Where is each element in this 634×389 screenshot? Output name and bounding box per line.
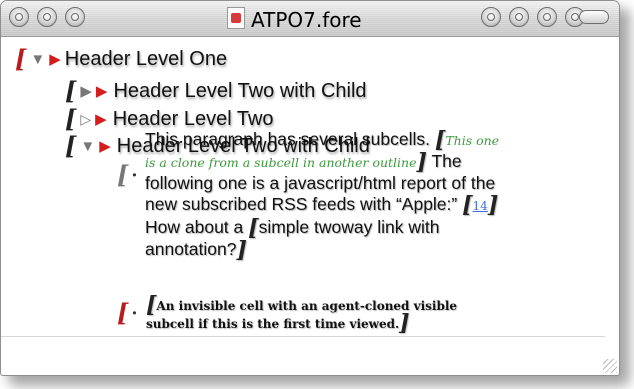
disclosure-triangle-collapsed-icon[interactable]: ▶ [80,84,92,99]
row-handle-triangle-icon[interactable]: ▶ [99,139,111,154]
document-icon [227,7,245,29]
outline-row-paragraph[interactable]: [ • [117,163,137,187]
outline-heading[interactable]: Header Level Two [113,108,274,131]
bullet-icon: • [132,306,137,320]
cell-bracket-icon[interactable]: [ [65,79,76,103]
subcell-bracket-icon[interactable]: [ [435,127,445,153]
subcell-bracket-close-icon[interactable]: ] [416,149,426,175]
disclosure-triangle-expanded-icon[interactable]: ▼ [80,139,95,154]
paragraph-text-3: How about a [145,217,244,237]
row-handle-triangle-icon[interactable]: ▶ [49,52,61,67]
bottom-divider [1,336,605,337]
titlebar-control-1[interactable] [481,7,501,27]
outline-window: ATPO7.fore [ ▼ ▶ Header Level One [ ▶ ▶ … [0,0,620,376]
paragraph-text: This paragraph has several subcells. [145,129,431,149]
cell-bracket-icon[interactable]: [ [65,107,76,131]
subcell-bracket-close-icon[interactable]: ] [488,192,498,218]
outline-heading[interactable]: Header Level Two with Child [113,80,366,103]
cell-bracket-icon[interactable]: [ [65,134,76,158]
subcell-bracket-close-icon[interactable]: ] [399,310,409,336]
window-title: ATPO7.fore [251,8,362,32]
title-bar[interactable]: ATPO7.fore [1,1,619,37]
bullet-icon: • [132,168,137,182]
cell-bracket-icon[interactable]: [ [117,163,128,187]
outline-row-h2b[interactable]: [ ▷ ▶ Header Level Two [65,107,274,131]
outline-row-h2a[interactable]: [ ▶ ▶ Header Level Two with Child [65,79,367,103]
invisible-cell[interactable]: [An invisible cell with an agent-cloned … [146,294,496,336]
resize-grip-icon[interactable] [603,359,617,373]
outline-heading[interactable]: Header Level One [65,48,227,71]
cell-bracket-icon[interactable]: [ [117,301,128,325]
row-handle-triangle-icon[interactable]: ▶ [96,84,108,99]
toolbar-toggle-button[interactable] [579,10,609,24]
close-button[interactable] [9,7,29,27]
subcell-bracket-icon[interactable]: [ [248,215,258,241]
titlebar-control-3[interactable] [537,7,557,27]
zoom-button[interactable] [65,7,85,27]
outline-row-h1[interactable]: [ ▼ ▶ Header Level One [15,47,227,71]
subcell-bracket-icon[interactable]: [ [146,292,156,318]
invisible-cell-text: An invisible cell with an agent-cloned v… [146,299,458,331]
disclosure-triangle-expanded-icon[interactable]: ▼ [30,52,45,67]
minimize-button[interactable] [37,7,57,27]
titlebar-control-2[interactable] [509,7,529,27]
subcell-bracket-icon[interactable]: [ [462,192,472,218]
disclosure-triangle-empty-icon[interactable]: ▷ [80,112,91,126]
subcell-bracket-close-icon[interactable]: ] [236,237,246,263]
rss-report-link[interactable]: 14 [473,199,488,213]
row-handle-triangle-icon[interactable]: ▶ [95,112,107,127]
outline-row-invisible[interactable]: [ • [117,301,137,325]
paragraph-cell[interactable]: This paragraph has several subcells. [Th… [145,129,513,261]
cell-bracket-icon[interactable]: [ [15,47,26,71]
